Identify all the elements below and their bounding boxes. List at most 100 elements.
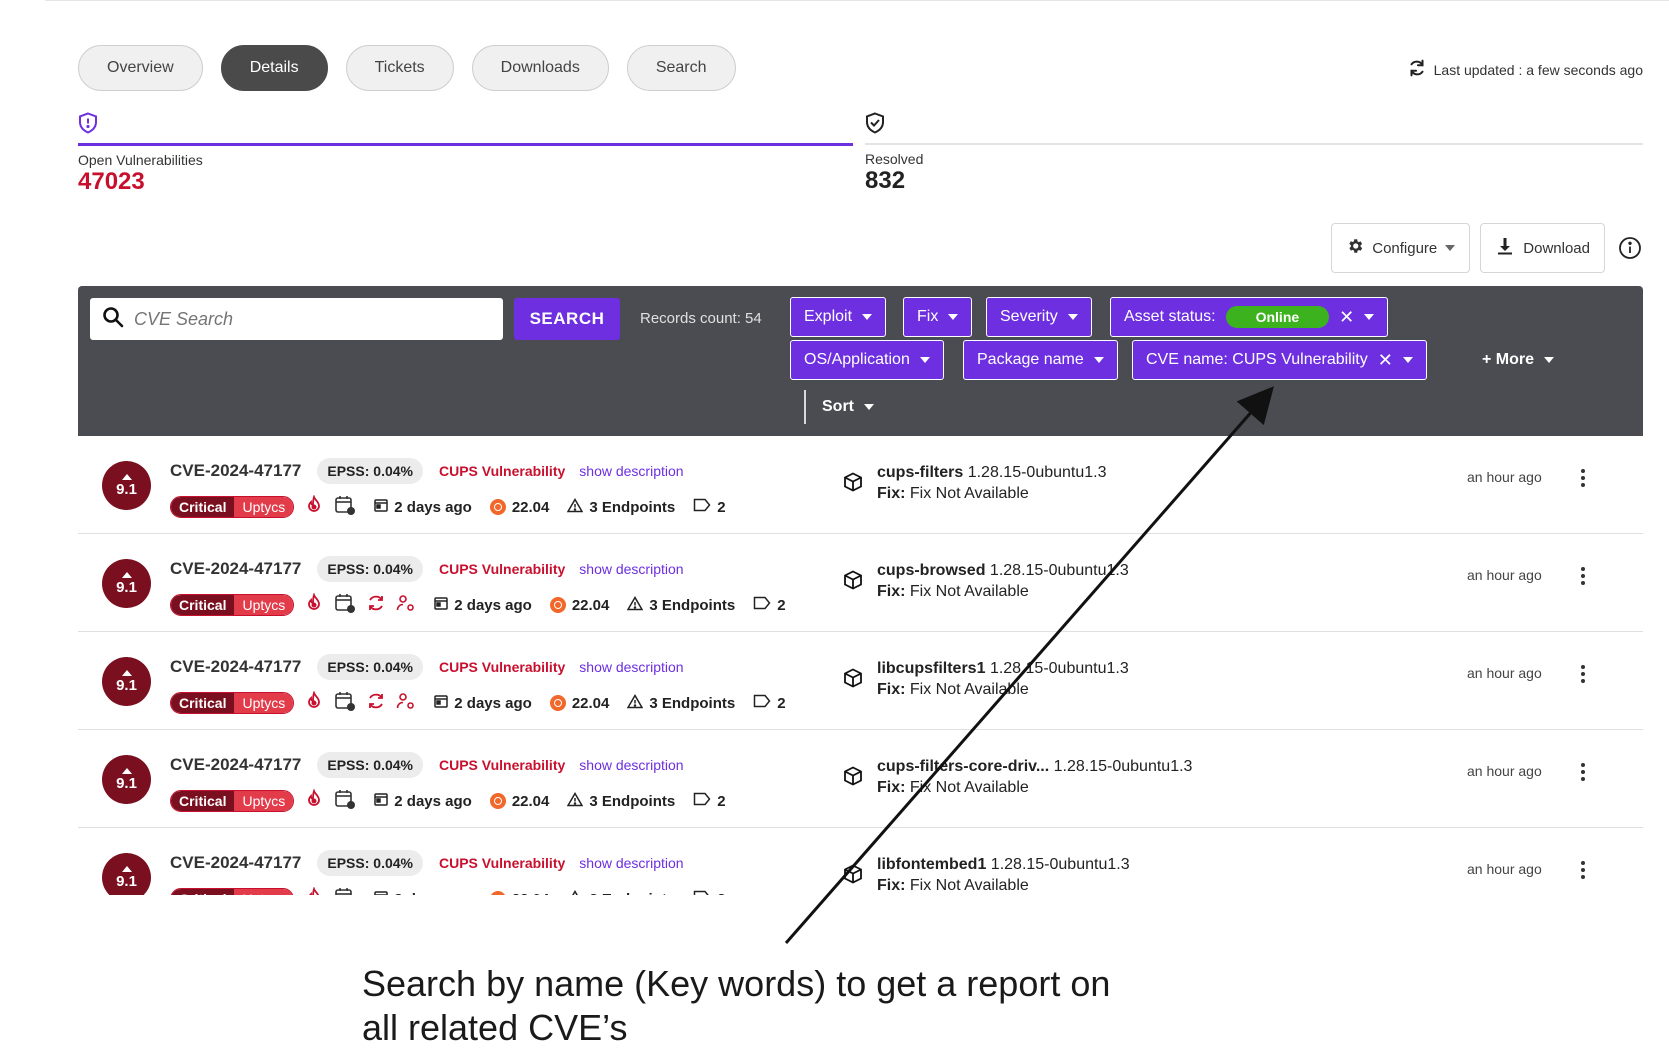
download-button[interactable]: Download — [1480, 223, 1605, 273]
cycle-icon — [366, 593, 386, 617]
package-icon — [843, 660, 863, 699]
tags-info[interactable]: 2 — [693, 890, 726, 895]
severity-filter[interactable]: Severity — [986, 297, 1092, 337]
more-options-icon[interactable] — [1575, 466, 1591, 490]
os-version: 22.04 — [571, 596, 610, 614]
endpoints-info[interactable]: 3 Endpoints — [627, 595, 736, 615]
severity-source: Uptycs — [234, 497, 294, 517]
epss-badge: EPSS: 0.04% — [317, 752, 423, 778]
endpoints-text: 3 Endpoints — [589, 792, 676, 810]
tags-info[interactable]: 2 — [693, 498, 726, 516]
table-row[interactable]: 9.1 CVE-2024-47177 EPSS: 0.04% CUPS Vulnera… — [78, 632, 1643, 730]
tab-overview[interactable]: Overview — [78, 45, 203, 91]
fix-value: Fix Not Available — [909, 779, 1029, 796]
tab-search[interactable]: Search — [626, 45, 736, 91]
cvss-score: 9.1 — [116, 676, 137, 694]
severity-source: Uptycs — [234, 791, 294, 811]
show-description-link[interactable]: show description — [579, 561, 683, 577]
refresh-icon[interactable] — [1406, 57, 1428, 82]
os-application-filter[interactable]: OS/Application — [790, 340, 944, 380]
package-name-filter[interactable]: Package name — [963, 340, 1118, 380]
close-icon[interactable]: ✕ — [1339, 308, 1354, 326]
more-options-icon[interactable] — [1575, 858, 1591, 882]
cve-id[interactable]: CVE-2024-47177 — [170, 559, 301, 579]
epss-badge: EPSS: 0.04% — [317, 654, 423, 680]
tab-tickets[interactable]: Tickets — [345, 45, 454, 91]
download-label: Download — [1523, 239, 1590, 257]
endpoints-info[interactable]: 3 Endpoints — [567, 791, 676, 811]
more-filters-button[interactable]: + More — [1482, 340, 1555, 380]
more-options-icon[interactable] — [1575, 760, 1591, 784]
shield-check-icon — [865, 109, 1643, 137]
fix-value: Fix Not Available — [909, 877, 1029, 894]
cvss-score-badge: 9.1 — [102, 755, 151, 804]
exploit-flame-icon — [304, 788, 324, 813]
online-status-pill: Online — [1225, 306, 1330, 328]
tag-icon — [753, 694, 771, 712]
endpoints-text: 3 Endpoints — [649, 596, 736, 614]
os-version: 22.04 — [571, 694, 610, 712]
package-name: cups-filters — [877, 464, 964, 481]
show-description-link[interactable]: show description — [579, 855, 683, 871]
show-description-link[interactable]: show description — [579, 463, 683, 479]
table-row[interactable]: 9.1 CVE-2024-47177 EPSS: 0.04% CUPS Vulnera… — [78, 828, 1643, 895]
exploit-filter[interactable]: Exploit — [790, 297, 887, 337]
package-icon — [843, 758, 863, 797]
os-info: 22.04 — [489, 499, 549, 516]
cve-title: CUPS Vulnerability — [438, 855, 566, 871]
chevron-down-icon — [1402, 357, 1413, 363]
updated-time: an hour ago — [1467, 469, 1542, 485]
table-row[interactable]: 9.1 CVE-2024-47177 EPSS: 0.04% CUPS Vulnera… — [78, 534, 1643, 632]
close-icon[interactable]: ✕ — [1378, 351, 1393, 369]
cve-id[interactable]: CVE-2024-47177 — [170, 657, 301, 677]
os-application-label: OS/Application — [804, 351, 910, 368]
chevron-down-icon — [1364, 314, 1375, 320]
more-options-icon[interactable] — [1575, 662, 1591, 686]
sort-button[interactable]: Sort — [804, 390, 874, 424]
table-row[interactable]: 9.1 CVE-2024-47177 EPSS: 0.04% CUPS Vulnera… — [78, 436, 1643, 534]
tags-count: 2 — [777, 596, 786, 614]
table-row[interactable]: 9.1 CVE-2024-47177 EPSS: 0.04% CUPS Vulnera… — [78, 730, 1643, 828]
package-info: libcupsfilters1 1.28.15-0ubuntu1.3 Fix: F… — [843, 660, 1129, 699]
package-name: libfontembed1 — [877, 856, 987, 873]
cve-id[interactable]: CVE-2024-47177 — [170, 755, 301, 775]
tab-downloads[interactable]: Downloads — [471, 45, 609, 91]
package-name: cups-browsed — [877, 562, 986, 579]
row-header: CVE-2024-47177 EPSS: 0.04% CUPS Vulnerabil… — [170, 752, 684, 778]
more-options-icon[interactable] — [1575, 564, 1591, 588]
cvss-score: 9.1 — [116, 774, 137, 792]
search-button[interactable]: SEARCH — [514, 298, 620, 340]
package-version: 1.28.15-0ubuntu1.3 — [1053, 758, 1193, 775]
resolved-tab[interactable]: Resolved 832 — [865, 109, 1643, 199]
tags-info[interactable]: 2 — [753, 694, 786, 712]
open-vulnerabilities-tab[interactable]: Open Vulnerabilities 47023 — [78, 109, 853, 199]
asset-status-filter[interactable]: Asset status: Online ✕ — [1110, 297, 1389, 337]
configure-button[interactable]: Configure — [1331, 223, 1471, 273]
fix-filter[interactable]: Fix — [903, 297, 973, 337]
tags-info[interactable]: 2 — [753, 596, 786, 614]
cve-search-input[interactable] — [134, 308, 494, 330]
cve-id[interactable]: CVE-2024-47177 — [170, 853, 301, 873]
endpoints-info[interactable]: 3 Endpoints — [567, 889, 675, 895]
fix-label: Fix: — [877, 681, 906, 698]
age-info: 2 days ago — [374, 498, 472, 516]
package-icon — [843, 464, 863, 503]
severity-label: Critical — [171, 595, 235, 615]
info-icon[interactable] — [1615, 233, 1645, 263]
tags-info[interactable]: 2 — [693, 792, 726, 810]
cve-id[interactable]: CVE-2024-47177 — [170, 461, 301, 481]
endpoints-info[interactable]: 3 Endpoints — [627, 693, 735, 713]
severity-badge: CriticalUptycs — [170, 496, 295, 518]
cve-name-filter[interactable]: CVE name: CUPS Vulnerability ✕ — [1132, 340, 1427, 380]
show-description-link[interactable]: show description — [579, 659, 683, 675]
package-info: libfontembed1 1.28.15-0ubuntu1.3 Fix: Fix… — [843, 856, 1130, 895]
package-line: cups-filters 1.28.15-0ubuntu1.3 — [877, 464, 1107, 482]
tab-details[interactable]: Details — [220, 45, 328, 91]
endpoints-info[interactable]: 3 Endpoints — [567, 497, 675, 517]
show-description-link[interactable]: show description — [579, 757, 683, 773]
package-line: cups-filters-core-driv... 1.28.15-0ubunt… — [877, 758, 1192, 776]
row-details: CriticalUptycs 2 days ago 22.04 3 Endpoints… — [170, 886, 726, 895]
chevron-down-icon — [1093, 357, 1104, 363]
fix-line: Fix: Fix Not Available — [877, 583, 1129, 601]
resolved-count: 832 — [865, 167, 906, 194]
